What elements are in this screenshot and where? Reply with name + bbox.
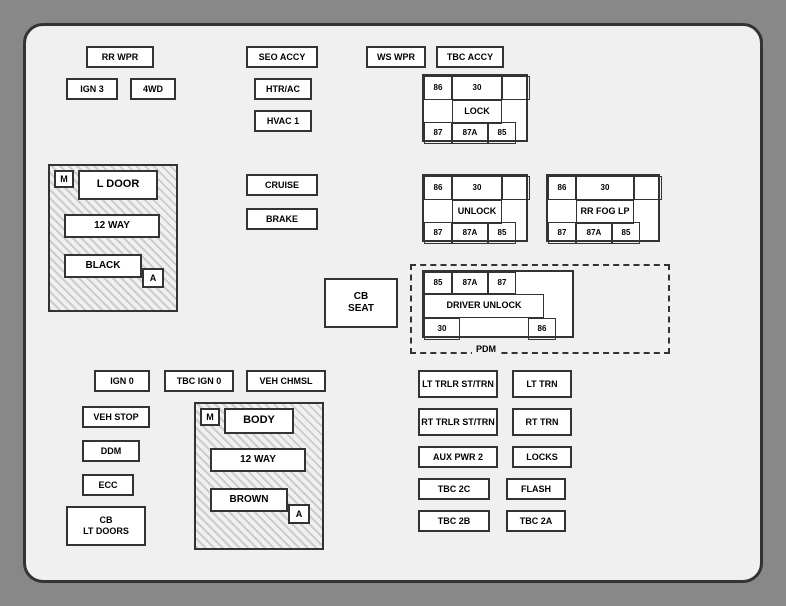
- tbc-2c: TBC 2C: [418, 478, 490, 500]
- lock-top-30: [502, 76, 530, 100]
- unlock-86: 86: [424, 176, 452, 200]
- veh-chmsl: VEH CHMSL: [246, 370, 326, 392]
- fog-30: 30: [576, 176, 634, 200]
- rt-trlr: RT TRLR ST/TRN: [418, 408, 498, 436]
- body-connector: M BODY 12 WAY BROWN A: [194, 402, 324, 550]
- rt-trn: RT TRN: [512, 408, 572, 436]
- ign0: IGN 0: [94, 370, 150, 392]
- unlock-label: UNLOCK: [452, 200, 502, 224]
- pdm-label: PDM: [472, 344, 500, 354]
- body-12way: 12 WAY: [210, 448, 306, 472]
- unlock-87a: 87A: [452, 222, 488, 244]
- ign3: IGN 3: [66, 78, 118, 100]
- du-86: 86: [528, 318, 556, 340]
- cruise: CRUISE: [246, 174, 318, 196]
- l-door-connector: M L DOOR 12 WAY BLACK A: [48, 164, 178, 312]
- lock-87: 87: [424, 122, 452, 144]
- du-30: 30: [424, 318, 460, 340]
- fog-label: RR FOG LP: [576, 200, 634, 224]
- unlock-30: 30: [452, 176, 502, 200]
- veh-stop: VEH STOP: [82, 406, 150, 428]
- driver-unlock-relay: 85 87A 87 DRIVER UNLOCK 30 86: [422, 270, 574, 338]
- unlock-top-30b: [502, 176, 530, 200]
- body-label: BODY: [224, 408, 294, 434]
- cb-lt-doors: CB LT DOORS: [66, 506, 146, 546]
- body-m: M: [200, 408, 220, 426]
- body-brown: BROWN: [210, 488, 288, 512]
- unlock-relay-group: 86 30 UNLOCK 87 87A 85: [422, 174, 528, 242]
- lock-87a: 87A: [452, 122, 488, 144]
- rr-wpr: RR WPR: [86, 46, 154, 68]
- fog-87: 87: [548, 222, 576, 244]
- ddm: DDM: [82, 440, 140, 462]
- du-label: DRIVER UNLOCK: [424, 294, 544, 318]
- locks: LOCKS: [512, 446, 572, 468]
- tbc-ign0: TBC IGN 0: [164, 370, 234, 392]
- body-a: A: [288, 504, 310, 524]
- lock-30: 30: [452, 76, 502, 100]
- du-87: 87: [488, 272, 516, 294]
- l-door-a: A: [142, 268, 164, 288]
- lock-relay-group: 86 30 LOCK 87 87A 85: [422, 74, 528, 142]
- lock-86: 86: [424, 76, 452, 100]
- lock-label: LOCK: [452, 100, 502, 124]
- fog-87a: 87A: [576, 222, 612, 244]
- lock-85: 85: [488, 122, 516, 144]
- ecc: ECC: [82, 474, 134, 496]
- du-87a: 87A: [452, 272, 488, 294]
- l-door-m: M: [54, 170, 74, 188]
- tbc-2a: TBC 2A: [506, 510, 566, 532]
- tbc-accy: TBC ACCY: [436, 46, 504, 68]
- fog-86: 86: [548, 176, 576, 200]
- brake: BRAKE: [246, 208, 318, 230]
- seo-accy: SEO ACCY: [246, 46, 318, 68]
- fwd: 4WD: [130, 78, 176, 100]
- cb-seat: CB SEAT: [324, 278, 398, 328]
- ws-wpr: WS WPR: [366, 46, 426, 68]
- lt-trn: LT TRN: [512, 370, 572, 398]
- hvac1: HVAC 1: [254, 110, 312, 132]
- fog-85: 85: [612, 222, 640, 244]
- fog-top-30b: [634, 176, 662, 200]
- lt-trlr: LT TRLR ST/TRN: [418, 370, 498, 398]
- flash: FLASH: [506, 478, 566, 500]
- l-door-black: BLACK: [64, 254, 142, 278]
- rr-fog-lp-relay-group: 86 30 RR FOG LP 87 87A 85: [546, 174, 660, 242]
- l-door-label: L DOOR: [78, 170, 158, 200]
- l-door-12way: 12 WAY: [64, 214, 160, 238]
- aux-pwr2: AUX PWR 2: [418, 446, 498, 468]
- du-85: 85: [424, 272, 452, 294]
- unlock-85: 85: [488, 222, 516, 244]
- tbc-2b: TBC 2B: [418, 510, 490, 532]
- unlock-87: 87: [424, 222, 452, 244]
- htr-ac: HTR/AC: [254, 78, 312, 100]
- fuse-box-diagram: RR WPR SEO ACCY WS WPR TBC ACCY IGN 3 4W…: [23, 23, 763, 583]
